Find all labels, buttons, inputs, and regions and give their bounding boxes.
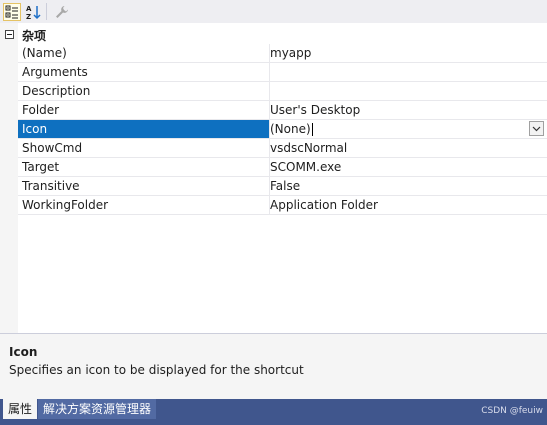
tab-solution-explorer[interactable]: 解决方案资源管理器: [38, 399, 157, 419]
dropdown-button[interactable]: [529, 121, 544, 136]
property-name: Folder: [18, 101, 270, 120]
sort-az-icon: A Z: [26, 5, 41, 20]
property-value[interactable]: Application Folder: [270, 196, 547, 215]
toolbar-separator: [46, 3, 47, 20]
chevron-down-icon: [532, 126, 541, 131]
property-value[interactable]: [270, 63, 547, 82]
property-row-showcmd[interactable]: ShowCmd vsdscNormal: [18, 139, 547, 158]
property-value[interactable]: myapp: [270, 44, 547, 63]
collapse-icon[interactable]: [5, 30, 14, 39]
property-name: Description: [18, 82, 270, 101]
description-text: Specifies an icon to be displayed for th…: [9, 363, 304, 377]
property-name: Transitive: [18, 177, 270, 196]
property-value[interactable]: [270, 82, 547, 101]
description-panel: Icon Specifies an icon to be displayed f…: [0, 333, 547, 399]
property-name: Arguments: [18, 63, 270, 82]
wrench-icon: [56, 5, 68, 18]
category-row[interactable]: 杂项: [0, 25, 547, 44]
description-title: Icon: [9, 345, 38, 359]
grid-margin: [0, 23, 18, 333]
property-name: WorkingFolder: [18, 196, 270, 215]
property-grid: 杂项 (Name) myapp Arguments Description Fo…: [0, 23, 547, 333]
tab-properties[interactable]: 属性: [3, 399, 38, 419]
property-value[interactable]: (None): [270, 122, 311, 136]
categorized-icon: [5, 5, 18, 18]
property-row-name[interactable]: (Name) myapp: [18, 44, 547, 63]
svg-text:Z: Z: [26, 13, 31, 20]
property-name: Target: [18, 158, 270, 177]
property-row-folder[interactable]: Folder User's Desktop: [18, 101, 547, 120]
property-value[interactable]: vsdscNormal: [270, 139, 547, 158]
alphabetical-button[interactable]: A Z: [24, 3, 42, 21]
property-row-description[interactable]: Description: [18, 82, 547, 101]
property-name: ShowCmd: [18, 139, 270, 158]
text-cursor: [311, 123, 313, 136]
property-row-transitive[interactable]: Transitive False: [18, 177, 547, 196]
property-value[interactable]: User's Desktop: [270, 101, 547, 120]
property-row-target[interactable]: Target SCOMM.exe: [18, 158, 547, 177]
property-value-editor[interactable]: (None): [270, 120, 547, 139]
categorized-button[interactable]: [3, 2, 21, 21]
bottom-tab-bar: 属性 解决方案资源管理器 CSDN @feuiw: [0, 399, 547, 425]
property-row-arguments[interactable]: Arguments: [18, 63, 547, 82]
property-name: Icon: [18, 120, 270, 139]
category-label: 杂项: [22, 29, 47, 43]
property-toolbar: A Z: [0, 0, 547, 23]
property-row-workingfolder[interactable]: WorkingFolder Application Folder: [18, 196, 547, 215]
property-pages-button[interactable]: [53, 3, 71, 21]
property-value[interactable]: SCOMM.exe: [270, 158, 547, 177]
watermark: CSDN @feuiw: [481, 406, 543, 416]
svg-text:A: A: [26, 5, 32, 13]
property-name: (Name): [18, 44, 270, 63]
property-value[interactable]: False: [270, 177, 547, 196]
property-row-icon[interactable]: Icon (None): [18, 120, 547, 139]
